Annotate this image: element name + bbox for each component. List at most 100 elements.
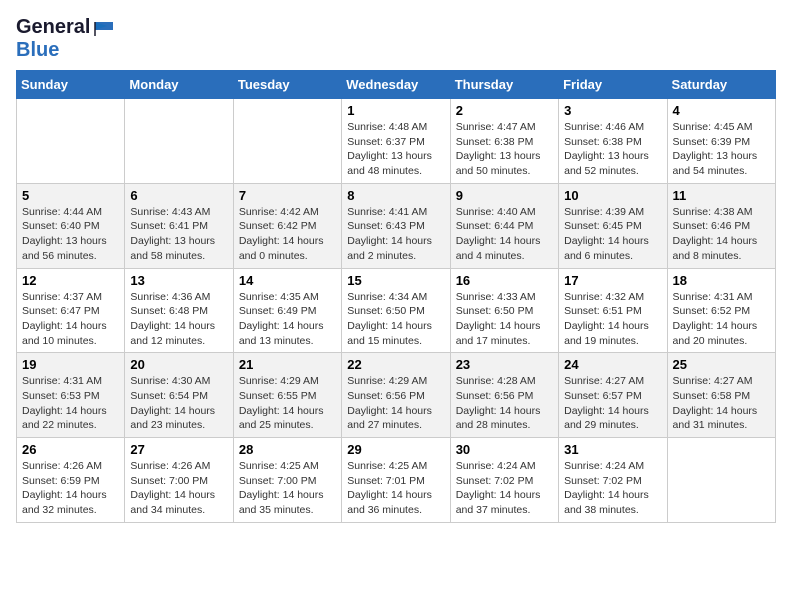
- calendar-cell: 3 Sunrise: 4:46 AM Sunset: 6:38 PM Daylig…: [559, 99, 667, 184]
- day-info: Sunrise: 4:46 AM Sunset: 6:38 PM Dayligh…: [564, 120, 661, 179]
- day-number: 26: [22, 442, 119, 457]
- day-info: Sunrise: 4:25 AM Sunset: 7:01 PM Dayligh…: [347, 459, 444, 518]
- calendar-cell: 10 Sunrise: 4:39 AM Sunset: 6:45 PM Dayli…: [559, 183, 667, 268]
- day-number: 9: [456, 188, 553, 203]
- day-number: 24: [564, 357, 661, 372]
- calendar-day-header: Friday: [559, 71, 667, 99]
- day-number: 18: [673, 273, 770, 288]
- calendar-cell: 7Sunrise: 4:42 AM Sunset: 6:42 PM Daylig…: [233, 183, 341, 268]
- calendar-cell: 24 Sunrise: 4:27 AM Sunset: 6:57 PM Dayli…: [559, 353, 667, 438]
- calendar-body: 1 Sunrise: 4:48 AM Sunset: 6:37 PM Daylig…: [17, 99, 776, 523]
- day-info: Sunrise: 4:30 AM Sunset: 6:54 PM Dayligh…: [130, 374, 227, 433]
- calendar-table: SundayMondayTuesdayWednesdayThursdayFrid…: [16, 70, 776, 523]
- day-info: Sunrise: 4:24 AM Sunset: 7:02 PM Dayligh…: [564, 459, 661, 518]
- calendar-cell: 19 Sunrise: 4:31 AM Sunset: 6:53 PM Dayli…: [17, 353, 125, 438]
- calendar-cell: 4 Sunrise: 4:45 AM Sunset: 6:39 PM Daylig…: [667, 99, 775, 184]
- day-number: 21: [239, 357, 336, 372]
- day-number: 31: [564, 442, 661, 457]
- day-number: 6: [130, 188, 227, 203]
- calendar-cell: 16Sunrise: 4:33 AM Sunset: 6:50 PM Dayli…: [450, 268, 558, 353]
- day-info: Sunrise: 4:39 AM Sunset: 6:45 PM Dayligh…: [564, 205, 661, 264]
- calendar-cell: 9 Sunrise: 4:40 AM Sunset: 6:44 PM Daylig…: [450, 183, 558, 268]
- day-number: 25: [673, 357, 770, 372]
- page-header: General Blue: [16, 16, 776, 62]
- calendar-cell: [667, 438, 775, 523]
- calendar-day-header: Tuesday: [233, 71, 341, 99]
- day-number: 5: [22, 188, 119, 203]
- calendar-cell: [233, 99, 341, 184]
- day-info: Sunrise: 4:31 AM Sunset: 6:53 PM Dayligh…: [22, 374, 119, 433]
- calendar-day-header: Saturday: [667, 71, 775, 99]
- day-number: 14: [239, 273, 336, 288]
- day-number: 3: [564, 103, 661, 118]
- day-number: 30: [456, 442, 553, 457]
- day-info: Sunrise: 4:27 AM Sunset: 6:57 PM Dayligh…: [564, 374, 661, 433]
- calendar-cell: 22 Sunrise: 4:29 AM Sunset: 6:56 PM Dayli…: [342, 353, 450, 438]
- calendar-cell: 8 Sunrise: 4:41 AM Sunset: 6:43 PM Daylig…: [342, 183, 450, 268]
- day-info: Sunrise: 4:44 AM Sunset: 6:40 PM Dayligh…: [22, 205, 119, 264]
- day-number: 10: [564, 188, 661, 203]
- day-info: Sunrise: 4:48 AM Sunset: 6:37 PM Dayligh…: [347, 120, 444, 179]
- day-info: Sunrise: 4:40 AM Sunset: 6:44 PM Dayligh…: [456, 205, 553, 264]
- day-number: 8: [347, 188, 444, 203]
- calendar-cell: 17 Sunrise: 4:32 AM Sunset: 6:51 PM Dayli…: [559, 268, 667, 353]
- day-number: 1: [347, 103, 444, 118]
- calendar-cell: 28Sunrise: 4:25 AM Sunset: 7:00 PM Dayli…: [233, 438, 341, 523]
- calendar-cell: 12 Sunrise: 4:37 AM Sunset: 6:47 PM Dayli…: [17, 268, 125, 353]
- day-number: 23: [456, 357, 553, 372]
- calendar-day-header: Sunday: [17, 71, 125, 99]
- day-info: Sunrise: 4:26 AM Sunset: 7:00 PM Dayligh…: [130, 459, 227, 518]
- logo: General Blue: [16, 16, 115, 62]
- day-number: 2: [456, 103, 553, 118]
- calendar-week-row: 5 Sunrise: 4:44 AM Sunset: 6:40 PM Daylig…: [17, 183, 776, 268]
- calendar-cell: [125, 99, 233, 184]
- day-info: Sunrise: 4:29 AM Sunset: 6:56 PM Dayligh…: [347, 374, 444, 433]
- day-number: 16: [456, 273, 553, 288]
- calendar-cell: 15 Sunrise: 4:34 AM Sunset: 6:50 PM Dayli…: [342, 268, 450, 353]
- day-number: 4: [673, 103, 770, 118]
- calendar-header-row: SundayMondayTuesdayWednesdayThursdayFrid…: [17, 71, 776, 99]
- calendar-cell: 23 Sunrise: 4:28 AM Sunset: 6:56 PM Dayli…: [450, 353, 558, 438]
- day-info: Sunrise: 4:32 AM Sunset: 6:51 PM Dayligh…: [564, 290, 661, 349]
- calendar-cell: 21 Sunrise: 4:29 AM Sunset: 6:55 PM Dayli…: [233, 353, 341, 438]
- calendar-day-header: Thursday: [450, 71, 558, 99]
- day-info: Sunrise: 4:28 AM Sunset: 6:56 PM Dayligh…: [456, 374, 553, 433]
- day-number: 29: [347, 442, 444, 457]
- day-number: 27: [130, 442, 227, 457]
- day-info: Sunrise: 4:34 AM Sunset: 6:50 PM Dayligh…: [347, 290, 444, 349]
- day-number: 22: [347, 357, 444, 372]
- day-number: 12: [22, 273, 119, 288]
- day-info: Sunrise: 4:29 AM Sunset: 6:55 PM Dayligh…: [239, 374, 336, 433]
- day-info: Sunrise: 4:41 AM Sunset: 6:43 PM Dayligh…: [347, 205, 444, 264]
- calendar-cell: 31 Sunrise: 4:24 AM Sunset: 7:02 PM Dayli…: [559, 438, 667, 523]
- day-number: 17: [564, 273, 661, 288]
- calendar-cell: 11 Sunrise: 4:38 AM Sunset: 6:46 PM Dayli…: [667, 183, 775, 268]
- calendar-cell: 14 Sunrise: 4:35 AM Sunset: 6:49 PM Dayli…: [233, 268, 341, 353]
- calendar-week-row: 1 Sunrise: 4:48 AM Sunset: 6:37 PM Daylig…: [17, 99, 776, 184]
- day-info: Sunrise: 4:36 AM Sunset: 6:48 PM Dayligh…: [130, 290, 227, 349]
- day-number: 13: [130, 273, 227, 288]
- calendar-cell: 13 Sunrise: 4:36 AM Sunset: 6:48 PM Dayli…: [125, 268, 233, 353]
- day-info: Sunrise: 4:25 AM Sunset: 7:00 PM Dayligh…: [239, 459, 336, 518]
- calendar-day-header: Wednesday: [342, 71, 450, 99]
- logo-blue-text: Blue: [16, 39, 59, 62]
- logo-general-text: General: [16, 16, 90, 39]
- day-number: 7: [239, 188, 336, 203]
- calendar-cell: 27 Sunrise: 4:26 AM Sunset: 7:00 PM Dayli…: [125, 438, 233, 523]
- day-info: Sunrise: 4:38 AM Sunset: 6:46 PM Dayligh…: [673, 205, 770, 264]
- calendar-cell: 1 Sunrise: 4:48 AM Sunset: 6:37 PM Daylig…: [342, 99, 450, 184]
- calendar-cell: 18Sunrise: 4:31 AM Sunset: 6:52 PM Dayli…: [667, 268, 775, 353]
- day-info: Sunrise: 4:37 AM Sunset: 6:47 PM Dayligh…: [22, 290, 119, 349]
- day-info: Sunrise: 4:45 AM Sunset: 6:39 PM Dayligh…: [673, 120, 770, 179]
- calendar-cell: 29 Sunrise: 4:25 AM Sunset: 7:01 PM Dayli…: [342, 438, 450, 523]
- day-info: Sunrise: 4:47 AM Sunset: 6:38 PM Dayligh…: [456, 120, 553, 179]
- day-number: 11: [673, 188, 770, 203]
- day-number: 15: [347, 273, 444, 288]
- day-number: 19: [22, 357, 119, 372]
- calendar-cell: 6Sunrise: 4:43 AM Sunset: 6:41 PM Daylig…: [125, 183, 233, 268]
- calendar-cell: 5 Sunrise: 4:44 AM Sunset: 6:40 PM Daylig…: [17, 183, 125, 268]
- calendar-day-header: Monday: [125, 71, 233, 99]
- calendar-cell: 20Sunrise: 4:30 AM Sunset: 6:54 PM Dayli…: [125, 353, 233, 438]
- day-info: Sunrise: 4:35 AM Sunset: 6:49 PM Dayligh…: [239, 290, 336, 349]
- calendar-week-row: 19 Sunrise: 4:31 AM Sunset: 6:53 PM Dayli…: [17, 353, 776, 438]
